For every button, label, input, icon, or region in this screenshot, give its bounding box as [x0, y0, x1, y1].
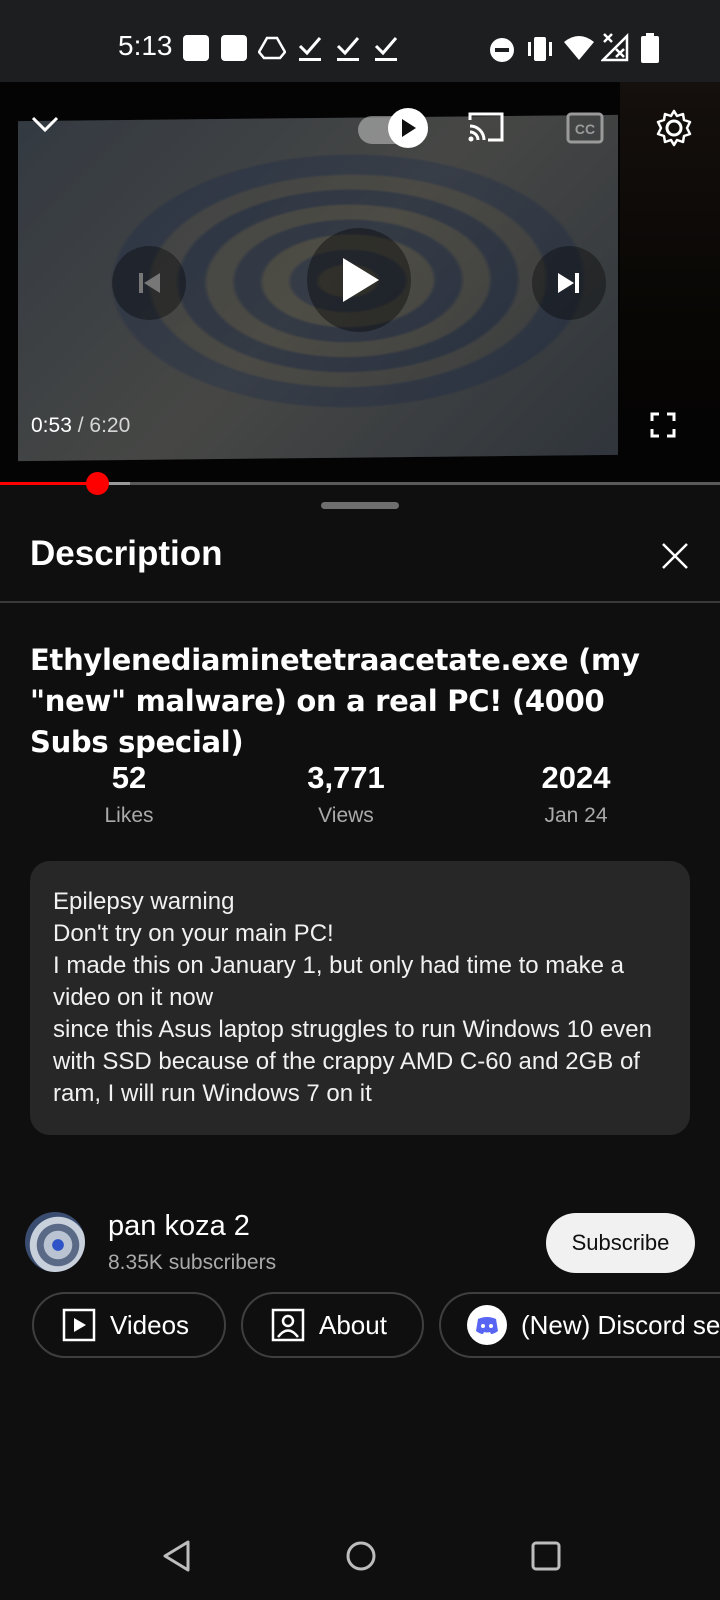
do-not-disturb-icon	[490, 38, 514, 62]
battery-icon	[641, 33, 659, 63]
play-icon	[343, 258, 379, 302]
chip-label: Videos	[110, 1309, 190, 1340]
panel-title: Description	[30, 534, 223, 573]
drag-handle[interactable]	[321, 502, 399, 509]
video-title: Ethylenediaminetetraacetate.exe (my "new…	[30, 643, 640, 759]
time-separator: /	[71, 414, 90, 437]
status-time: 5:13	[118, 30, 173, 61]
chip-discord[interactable]: (New) Discord se	[439, 1292, 720, 1358]
check-icon	[298, 37, 322, 61]
chip-about[interactable]: About	[241, 1292, 424, 1358]
chip-label: About	[319, 1309, 387, 1340]
chevron-down-icon[interactable]	[30, 112, 60, 136]
wifi-icon	[564, 36, 594, 60]
views-label: Views	[318, 804, 374, 827]
upload-year: 2024	[541, 760, 611, 795]
settings-gear-icon[interactable]	[654, 108, 694, 148]
fullscreen-icon[interactable]	[650, 412, 676, 438]
back-icon[interactable]	[160, 1538, 194, 1574]
autoplay-play-icon[interactable]	[388, 108, 428, 148]
duration: 6:20	[89, 414, 131, 437]
svg-text:CC: CC	[575, 121, 595, 137]
channel-name[interactable]: pan koza 2	[108, 1210, 250, 1243]
subscriber-count: 8.35K subscribers	[108, 1251, 277, 1274]
notification-square-icon	[221, 35, 247, 61]
likes-stat: 52 Likes	[29, 760, 229, 828]
skip-next-icon	[558, 273, 579, 293]
progress-scrubber[interactable]	[86, 472, 109, 495]
person-icon	[271, 1308, 305, 1342]
current-time: 0:53	[31, 414, 72, 437]
vibrate-icon	[528, 37, 552, 61]
recents-icon[interactable]	[530, 1540, 562, 1572]
drive-icon	[258, 36, 286, 60]
subscribe-button[interactable]: Subscribe	[546, 1213, 695, 1273]
chip-label: (New) Discord se	[521, 1309, 720, 1340]
time-display: 0:53 / 6:20	[31, 414, 130, 438]
chip-videos[interactable]: Videos	[32, 1292, 226, 1358]
video-icon	[62, 1308, 96, 1342]
description-text: Epilepsy warning Don't try on your main …	[53, 888, 652, 1107]
discord-icon	[467, 1305, 507, 1345]
views-stat: 3,771 Views	[246, 760, 446, 828]
notification-square-icon	[183, 35, 209, 61]
progress-played	[0, 482, 97, 485]
cast-icon[interactable]	[466, 110, 506, 144]
captions-icon[interactable]: CC	[566, 112, 604, 144]
skip-previous-icon	[139, 273, 160, 293]
divider	[0, 601, 720, 603]
close-icon[interactable]	[660, 541, 690, 571]
check-icon	[336, 37, 360, 61]
date-stat: 2024 Jan 24	[476, 760, 676, 828]
likes-count: 52	[111, 760, 147, 795]
views-count: 3,771	[307, 760, 385, 795]
next-button[interactable]	[532, 246, 606, 320]
no-signal-icon	[601, 32, 629, 62]
channel-avatar[interactable]	[25, 1212, 85, 1272]
likes-label: Likes	[104, 804, 154, 827]
check-icon	[374, 37, 398, 61]
upload-date: Jan 24	[544, 804, 608, 827]
video-player[interactable]: CC 0:53 / 6:20	[0, 82, 720, 484]
play-button[interactable]	[307, 228, 411, 332]
previous-button[interactable]	[112, 246, 186, 320]
home-icon[interactable]	[344, 1539, 378, 1573]
